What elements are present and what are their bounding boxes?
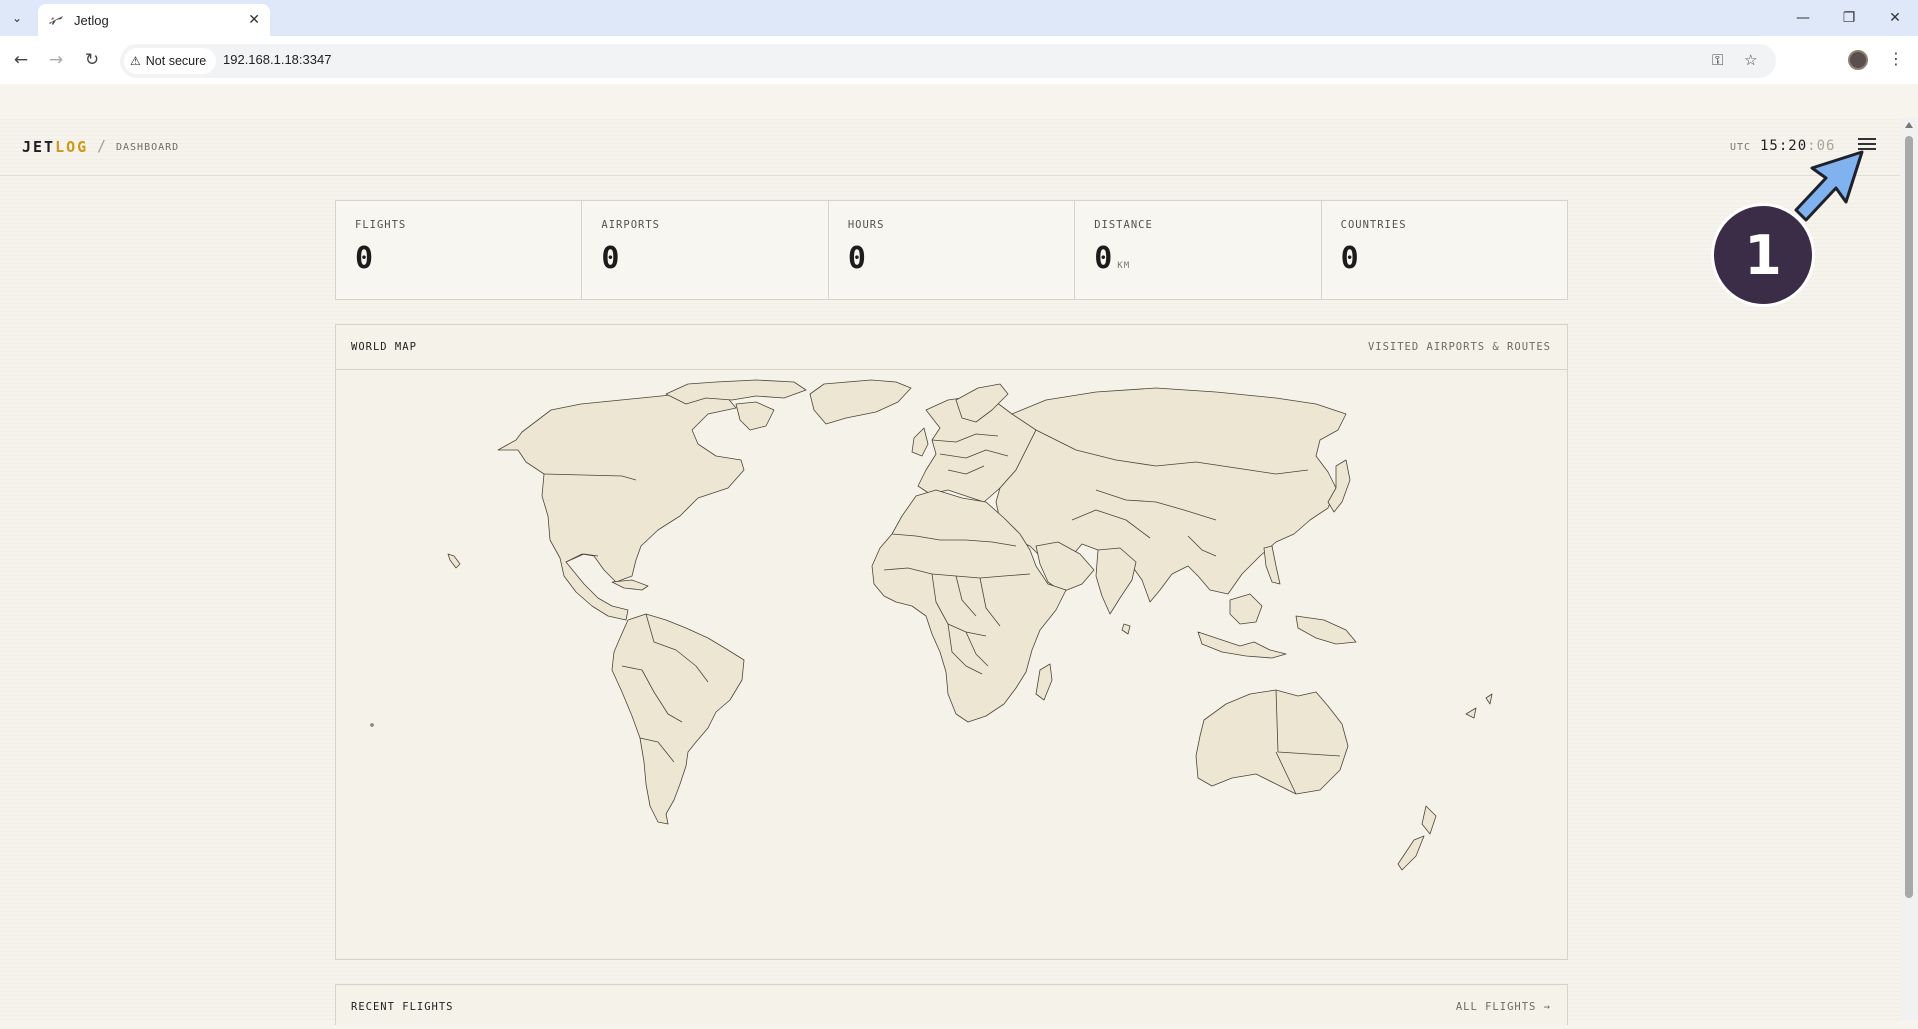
stat-value: 0 bbox=[601, 241, 619, 276]
browser-tab-bar: ⌄ Jetlog ✕ — ❐ ✕ bbox=[0, 0, 1918, 36]
address-bar[interactable]: ⚠ Not secure 192.168.1.18:3347 ⚿ ☆ bbox=[120, 44, 1776, 78]
stats-row: FLIGHTS 0 AIRPORTS 0 HOURS 0 DISTANCE 0K… bbox=[335, 200, 1568, 300]
all-flights-link[interactable]: ALL FLIGHTS → bbox=[1456, 1001, 1551, 1013]
recent-flights-header: RECENT FLIGHTS ALL FLIGHTS → bbox=[336, 985, 1567, 1029]
stat-number: 0 bbox=[1340, 241, 1359, 276]
app-root: JETLOG / DASHBOARD UTC 15:20:06 FLIGHTS … bbox=[0, 118, 1900, 1025]
stat-label: AIRPORTS bbox=[601, 219, 660, 231]
stat-label: COUNTRIES bbox=[1340, 219, 1407, 231]
stat-number: 0 bbox=[1094, 241, 1113, 276]
browser-tab[interactable]: Jetlog ✕ bbox=[38, 4, 270, 36]
reload-icon[interactable]: ↻ bbox=[78, 46, 106, 74]
minimize-icon[interactable]: — bbox=[1780, 0, 1826, 36]
cuba-shape bbox=[611, 579, 649, 591]
stat-countries: COUNTRIES 0 bbox=[1322, 201, 1567, 299]
stat-value: 0 bbox=[848, 241, 866, 276]
close-window-icon[interactable]: ✕ bbox=[1872, 0, 1918, 36]
browser-toolbar: ← → ↻ ⚠ Not secure 192.168.1.18:3347 ⚿ ☆… bbox=[0, 36, 1918, 84]
bookmark-star-icon[interactable]: ☆ bbox=[1744, 51, 1757, 69]
breadcrumb: DASHBOARD bbox=[116, 142, 180, 153]
australia-shape bbox=[1195, 689, 1349, 795]
new-guinea-shape bbox=[1295, 615, 1357, 645]
india-shape bbox=[1095, 547, 1137, 615]
arctic-islands-shape bbox=[665, 379, 807, 405]
logo-text-first: JET bbox=[22, 138, 56, 156]
browser-menu-icon[interactable]: ⋮ bbox=[1888, 49, 1904, 68]
stat-label: DISTANCE bbox=[1094, 219, 1153, 231]
recent-flights-title: RECENT FLIGHTS bbox=[351, 1001, 454, 1013]
chevron-down-icon: ⌄ bbox=[11, 11, 23, 25]
scroll-up-arrow-icon[interactable] bbox=[1905, 122, 1913, 128]
island-dot bbox=[370, 723, 374, 727]
uk-shape bbox=[911, 427, 929, 457]
stat-unit: KM bbox=[1117, 261, 1131, 271]
url-text[interactable]: 192.168.1.18:3347 bbox=[223, 52, 331, 67]
world-map-subtitle: VISITED AIRPORTS & ROUTES bbox=[1367, 341, 1551, 353]
world-map[interactable] bbox=[336, 370, 1567, 958]
south-america-shape bbox=[611, 613, 745, 825]
step-number: 1 bbox=[1744, 223, 1782, 287]
page-scrollbar[interactable] bbox=[1900, 118, 1918, 1020]
restore-icon[interactable]: ❐ bbox=[1826, 0, 1872, 36]
security-indicator[interactable]: ⚠ Not secure bbox=[124, 48, 217, 74]
scrollbar-thumb[interactable] bbox=[1905, 136, 1913, 898]
world-map-title: WORLD MAP bbox=[351, 341, 417, 353]
pacific-islands-shape bbox=[1465, 693, 1493, 719]
close-tab-icon[interactable]: ✕ bbox=[248, 12, 260, 28]
profile-avatar[interactable] bbox=[1848, 50, 1868, 70]
stat-airports: AIRPORTS 0 bbox=[582, 201, 829, 299]
jetlog-logo[interactable]: JETLOG bbox=[22, 138, 88, 156]
madagascar-shape bbox=[1035, 663, 1053, 701]
tab-search-button[interactable]: ⌄ bbox=[4, 6, 30, 30]
pointer-arrow-icon bbox=[1794, 150, 1864, 222]
stat-number: 0 bbox=[355, 241, 374, 276]
stat-number: 0 bbox=[847, 241, 866, 276]
back-icon[interactable]: ← bbox=[7, 46, 35, 74]
world-map-card: WORLD MAP VISITED AIRPORTS & ROUTES bbox=[335, 324, 1568, 960]
stat-number: 0 bbox=[601, 241, 620, 276]
app-header: JETLOG / DASHBOARD UTC 15:20:06 bbox=[0, 118, 1900, 176]
new-zealand-shape bbox=[1421, 805, 1437, 835]
plane-favicon-icon bbox=[49, 16, 63, 25]
utc-label: UTC bbox=[1730, 142, 1752, 153]
new-zealand-south-shape bbox=[1397, 835, 1425, 871]
stat-flights: FLIGHTS 0 bbox=[336, 201, 583, 299]
forward-icon[interactable]: → bbox=[42, 46, 70, 74]
logo-text-accent: LOG bbox=[55, 138, 89, 156]
sri-lanka-shape bbox=[1121, 623, 1131, 635]
hawaii-shape bbox=[447, 553, 461, 569]
recent-flights-card: RECENT FLIGHTS ALL FLIGHTS → bbox=[335, 984, 1568, 1025]
stat-value: 0 bbox=[355, 241, 373, 276]
stat-distance: DISTANCE 0 KM bbox=[1075, 201, 1322, 299]
world-map-header: WORLD MAP VISITED AIRPORTS & ROUTES bbox=[336, 325, 1567, 370]
indonesia-shape bbox=[1197, 631, 1287, 659]
step-number-badge: 1 bbox=[1711, 203, 1815, 307]
stat-value: 0 bbox=[1341, 241, 1359, 276]
password-key-icon[interactable]: ⚿ bbox=[1712, 51, 1723, 69]
warning-icon: ⚠ bbox=[130, 54, 141, 68]
borneo-shape bbox=[1229, 593, 1263, 625]
baffin-island-shape bbox=[735, 401, 775, 431]
tab-title: Jetlog bbox=[74, 12, 109, 28]
breadcrumb-separator: / bbox=[97, 137, 107, 155]
stat-label: HOURS bbox=[847, 219, 885, 231]
stat-hours: HOURS 0 bbox=[829, 201, 1076, 299]
greenland-shape bbox=[809, 379, 912, 425]
security-label: Not secure bbox=[145, 54, 207, 68]
philippines-shape bbox=[1263, 545, 1281, 585]
stat-label: FLIGHTS bbox=[355, 219, 407, 231]
stat-value: 0 KM bbox=[1094, 241, 1130, 276]
